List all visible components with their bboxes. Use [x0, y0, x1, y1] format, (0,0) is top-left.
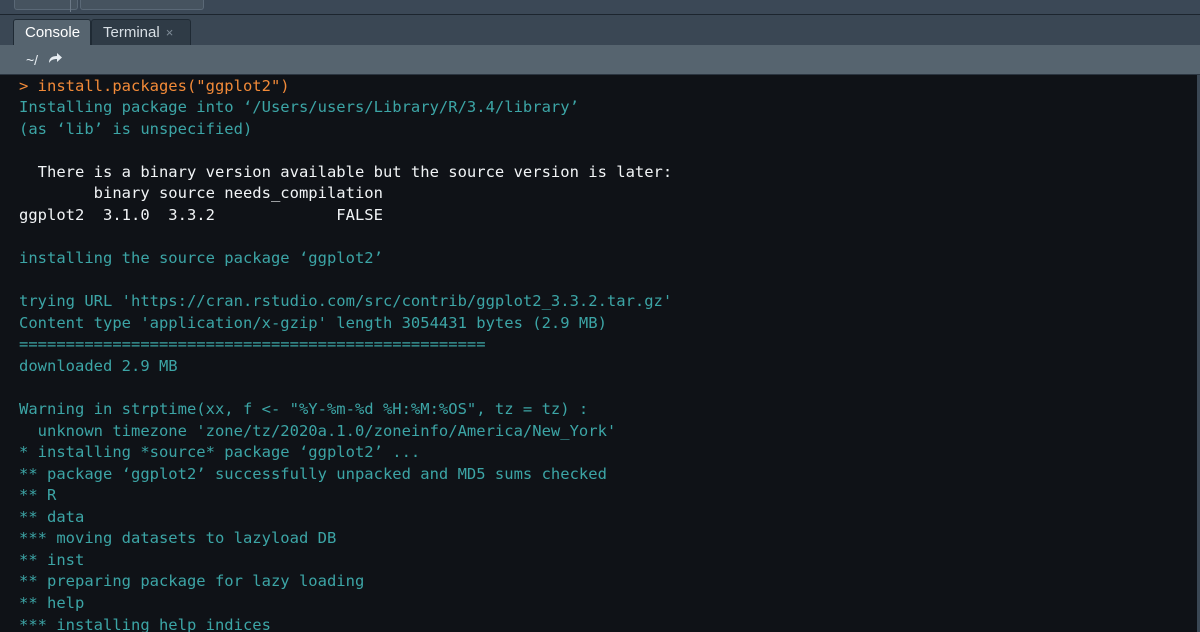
console-output-line: ** package ‘ggplot2’ successfully unpack…: [19, 465, 607, 483]
console-output-line: (as ‘lib’ is unspecified): [19, 120, 253, 138]
console-output-line: * installing *source* package ‘ggplot2’ …: [19, 443, 421, 461]
console-output-line: Warning in strptime(xx, f <- "%Y-%m-%d %…: [19, 400, 589, 418]
working-directory-path: ~/: [26, 52, 39, 68]
console-output-line: ========================================…: [19, 335, 486, 353]
console-output-line: ** help: [19, 594, 85, 612]
console-output-line: trying URL 'https://cran.rstudio.com/src…: [19, 292, 673, 310]
console-output-line: Content type 'application/x-gzip' length…: [19, 314, 607, 332]
console-output-line: ** data: [19, 508, 85, 526]
console-output-line: *** moving datasets to lazyload DB: [19, 529, 337, 547]
console-output-line: binary source needs_compilation: [19, 184, 383, 202]
console-output-line: There is a binary version available but …: [19, 163, 673, 181]
console-output-line: ** inst: [19, 551, 85, 569]
forward-arrow-icon[interactable]: [46, 50, 64, 66]
console-output-line: installing the source package ‘ggplot2’: [19, 249, 383, 267]
tab-console-label: Console: [25, 24, 81, 41]
tab-terminal-label: Terminal: [103, 24, 160, 41]
console-output-line: unknown timezone 'zone/tz/2020a.1.0/zone…: [19, 422, 617, 440]
console-output-line: Installing package into ‘/Users/users/Li…: [19, 98, 579, 116]
close-icon[interactable]: ×: [166, 20, 174, 45]
console-output-line: ggplot2 3.1.0 3.3.2 FALSE: [19, 206, 383, 224]
rstudio-console-pane: Console Terminal × ~/ > install.packages(…: [0, 0, 1200, 632]
tab-console[interactable]: Console: [13, 19, 91, 45]
console-command-line: > install.packages("ggplot2"): [19, 77, 290, 95]
console-output-line: *** installing help indices: [19, 616, 271, 632]
toolbar-divider: [70, 0, 71, 12]
console-output-line: ** R: [19, 486, 57, 504]
toolbar-strip: [0, 0, 1200, 15]
toolbar-dropdown-cut[interactable]: [14, 0, 78, 10]
console-output-line: downloaded 2.9 MB: [19, 357, 178, 375]
tab-terminal[interactable]: Terminal ×: [91, 19, 191, 45]
working-directory-bar: ~/: [0, 45, 1200, 75]
console-output[interactable]: > install.packages("ggplot2") Installing…: [0, 75, 1200, 632]
console-output-line: ** preparing package for lazy loading: [19, 572, 365, 590]
pane-tab-bar: Console Terminal ×: [0, 15, 1200, 45]
toolbar-dropdown-cut[interactable]: [80, 0, 204, 10]
